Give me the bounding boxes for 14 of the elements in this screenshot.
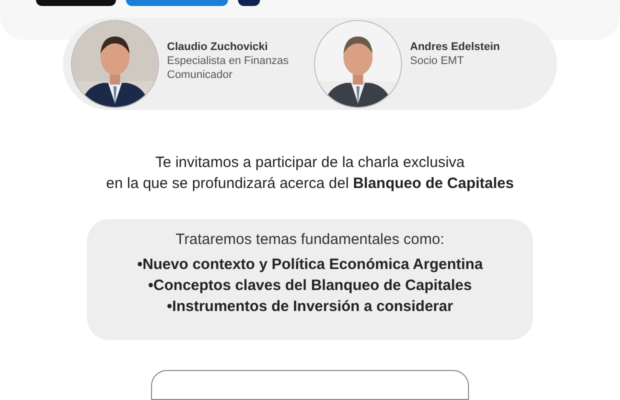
invitation-text: Te invitamos a participar de la charla exclusiva: [155, 153, 465, 174]
header-icon-button[interactable]: [238, 0, 260, 6]
speaker-name: Andres Edelstein: [410, 40, 500, 54]
invitation-text: en la que se profundizará acerca del Blanqueo de Capitales: [106, 174, 514, 194]
action-button[interactable]: [151, 370, 469, 400]
topic-item: •Instrumentos de Inversión a considerar: [166, 297, 454, 318]
topic-item: •Nuevo contexto y Política Económica Argentina: [137, 255, 483, 276]
speaker-name: Claudio Zuchovicki: [167, 40, 269, 54]
speaker-role: Comunicador: [167, 68, 234, 82]
speaker-role: Socio EMT: [410, 54, 465, 68]
topic-item: •Conceptos claves del Blanqueo de Capitales: [148, 276, 472, 296]
speaker-role: Especialista en Finanzas: [167, 54, 289, 68]
header-button[interactable]: [36, 0, 116, 6]
topics-heading: Trataremos temas fundamentales como:: [176, 230, 444, 250]
